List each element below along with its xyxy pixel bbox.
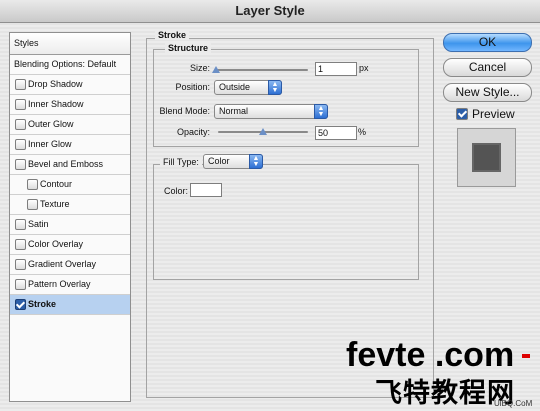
new-style-button[interactable]: New Style... [443,83,532,102]
sidebar-item-label: Bevel and Emboss [28,159,104,169]
sidebar-item-checkbox[interactable] [15,299,26,310]
stroke-group-title: Stroke [155,30,190,40]
sidebar-item-label: Pattern Overlay [28,279,91,289]
sidebar-item-label: Stroke [28,299,57,309]
fill-type-select-value: Color [208,156,230,166]
size-slider-track[interactable] [216,69,308,71]
position-select-arrows-icon: ▲ ▼ [268,80,282,95]
fill-type-group [153,164,419,280]
blend-mode-select-arrows-icon: ▲ ▼ [314,104,328,119]
size-input[interactable]: 1 [315,62,357,76]
watermark-mark [522,354,530,358]
sidebar-item-satin[interactable]: Satin [10,215,130,235]
ok-button[interactable]: OK [443,33,532,52]
opacity-input[interactable]: 50 [315,126,357,140]
preview-thumbnail [457,128,516,187]
blend-mode-select[interactable]: Normal ▲ ▼ [214,104,328,119]
sidebar-list: Blending Options: Default Drop Shadow Inne… [10,55,130,315]
position-select[interactable]: Outside ▲ ▼ [214,80,282,95]
sidebar-item-gradient-overlay[interactable]: Gradient Overlay [10,255,130,275]
preview-swatch [472,143,501,172]
sidebar-item-label: Satin [28,219,49,229]
styles-sidebar: Styles Blending Options: Default Drop Sha… [9,32,131,402]
sidebar-item-outer-glow[interactable]: Outer Glow [10,115,130,135]
color-swatch[interactable] [190,183,222,197]
sidebar-item-label: Inner Shadow [28,99,84,109]
sidebar-item-checkbox[interactable] [15,79,26,90]
sidebar-header-styles[interactable]: Styles [10,33,130,55]
sidebar-item-pattern-overlay[interactable]: Pattern Overlay [10,275,130,295]
structure-group-title: Structure [165,43,212,53]
cancel-button[interactable]: Cancel [443,58,532,77]
opacity-slider-thumb[interactable] [259,128,267,135]
sidebar-item-label: Drop Shadow [28,79,83,89]
blend-mode-label: Blend Mode: [159,106,210,116]
watermark-text-1: fevte [346,336,426,374]
watermark-small: UiBQ.CoM [494,399,533,408]
watermark-text-2: .com [425,336,515,374]
sidebar-item-checkbox[interactable] [15,239,26,250]
sidebar-item-label: Texture [40,199,70,209]
fill-type-select-arrows-icon: ▲ ▼ [249,154,263,169]
sidebar-item-label: Blending Options: Default [14,59,117,69]
sidebar-item-drop-shadow[interactable]: Drop Shadow [10,75,130,95]
position-label: Position: [175,82,210,92]
preview-label: Preview [472,107,515,121]
opacity-label: Opacity: [176,127,210,137]
sidebar-item-label: Gradient Overlay [28,259,97,269]
position-select-value: Outside [219,82,251,92]
sidebar-item-checkbox[interactable] [15,139,26,150]
preview-checkbox[interactable] [456,108,468,120]
blend-mode-select-value: Normal [219,106,249,116]
fill-type-label: Fill Type: [160,157,202,167]
sidebar-item-label: Inner Glow [28,139,72,149]
watermark-logo: fevte .com [346,336,514,375]
sidebar-item-checkbox[interactable] [15,279,26,290]
sidebar-item-bevel-and-emboss[interactable]: Bevel and Emboss [10,155,130,175]
sidebar-item-label: Contour [40,179,73,189]
color-label: Color: [164,186,189,196]
sidebar-item-checkbox[interactable] [15,219,26,230]
sidebar-item-inner-glow[interactable]: Inner Glow [10,135,130,155]
sidebar-item-checkbox[interactable] [15,159,26,170]
sidebar-item-checkbox[interactable] [15,99,26,110]
sidebar-item-checkbox[interactable] [27,199,38,210]
sidebar-item-label: Outer Glow [28,119,74,129]
sidebar-item-stroke[interactable]: Stroke [10,295,130,315]
window-title: Layer Style [0,0,540,23]
sidebar-item-inner-shadow[interactable]: Inner Shadow [10,95,130,115]
sidebar-item-blending-options-default[interactable]: Blending Options: Default [10,55,130,75]
size-unit: px [359,63,369,73]
fill-type-select[interactable]: Color ▲ ▼ [203,154,263,169]
opacity-unit: % [358,127,367,137]
sidebar-item-checkbox[interactable] [15,119,26,130]
sidebar-item-texture[interactable]: Texture [10,195,130,215]
sidebar-item-label: Color Overlay [28,239,84,249]
size-label: Size: [189,63,210,73]
sidebar-item-contour[interactable]: Contour [10,175,130,195]
size-slider-thumb[interactable] [212,66,220,73]
sidebar-item-color-overlay[interactable]: Color Overlay [10,235,130,255]
sidebar-item-checkbox[interactable] [27,179,38,190]
sidebar-item-checkbox[interactable] [15,259,26,270]
